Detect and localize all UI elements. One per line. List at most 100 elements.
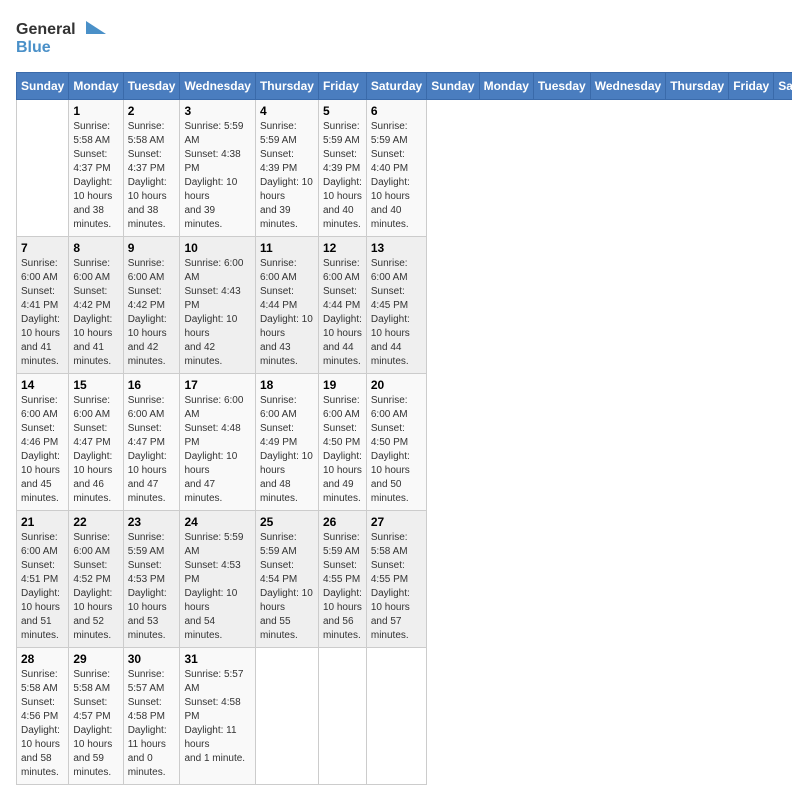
day-number: 13: [371, 241, 422, 255]
day-info: Sunrise: 6:00 AM Sunset: 4:48 PM Dayligh…: [184, 394, 250, 506]
day-number: 30: [128, 652, 176, 666]
calendar-cell: 20 Sunrise: 6:00 AM Sunset: 4:50 PM Dayli…: [366, 374, 426, 511]
day-number: 27: [371, 515, 422, 529]
day-info: Sunrise: 5:59 AM Sunset: 4:55 PM Dayligh…: [323, 531, 362, 643]
calendar-cell: 30 Sunrise: 5:57 AM Sunset: 4:58 PM Dayli…: [123, 648, 180, 785]
calendar-cell: 9Sunrise: 6:00 AM Sunset: 4:42 PM Daylig…: [123, 237, 180, 374]
calendar-cell: 3 Sunrise: 5:59 AM Sunset: 4:38 PM Daylig…: [180, 100, 255, 237]
header-day-sunday: Sunday: [427, 73, 479, 100]
day-info: Sunrise: 6:00 AM Sunset: 4:52 PM Dayligh…: [73, 531, 118, 643]
calendar-cell: 1 Sunrise: 5:58 AM Sunset: 4:37 PM Daylig…: [69, 100, 123, 237]
calendar-cell: 16 Sunrise: 6:00 AM Sunset: 4:47 PM Dayli…: [123, 374, 180, 511]
day-number: 26: [323, 515, 362, 529]
day-info: Sunrise: 5:59 AM Sunset: 4:38 PM Dayligh…: [184, 120, 250, 232]
day-number: 3: [184, 104, 250, 118]
day-number: 16: [128, 378, 176, 392]
calendar-cell: 25 Sunrise: 5:59 AM Sunset: 4:54 PM Dayli…: [255, 511, 318, 648]
day-number: 24: [184, 515, 250, 529]
header-friday: Friday: [318, 73, 366, 100]
day-info: Sunrise: 6:00 AM Sunset: 4:49 PM Dayligh…: [260, 394, 314, 506]
header-tuesday: Tuesday: [123, 73, 180, 100]
header-thursday: Thursday: [255, 73, 318, 100]
day-number: 31: [184, 652, 250, 666]
calendar-cell: 2Sunrise: 5:58 AM Sunset: 4:37 PM Daylig…: [123, 100, 180, 237]
day-number: 11: [260, 241, 314, 255]
calendar-cell: [366, 648, 426, 785]
calendar-cell: 14 Sunrise: 6:00 AM Sunset: 4:46 PM Dayli…: [17, 374, 69, 511]
calendar-cell: 27 Sunrise: 5:58 AM Sunset: 4:55 PM Dayli…: [366, 511, 426, 648]
day-info: Sunrise: 5:59 AM Sunset: 4:39 PM Dayligh…: [260, 120, 314, 232]
day-info: Sunrise: 6:00 AM Sunset: 4:46 PM Dayligh…: [21, 394, 64, 506]
day-info: Sunrise: 5:58 AM Sunset: 4:37 PM Dayligh…: [128, 120, 176, 232]
calendar-cell: 26 Sunrise: 5:59 AM Sunset: 4:55 PM Dayli…: [318, 511, 366, 648]
day-number: 10: [184, 241, 250, 255]
day-info: Sunrise: 5:58 AM Sunset: 4:55 PM Dayligh…: [371, 531, 422, 643]
day-info: Sunrise: 6:00 AM Sunset: 4:43 PM Dayligh…: [184, 257, 250, 369]
day-info: Sunrise: 6:00 AM Sunset: 4:41 PM Dayligh…: [21, 257, 64, 369]
header-day-thursday: Thursday: [666, 73, 729, 100]
calendar-cell: 24Sunrise: 5:59 AM Sunset: 4:53 PM Dayli…: [180, 511, 255, 648]
calendar-cell: [255, 648, 318, 785]
calendar-cell: 6Sunrise: 5:59 AM Sunset: 4:40 PM Daylig…: [366, 100, 426, 237]
calendar-cell: 15 Sunrise: 6:00 AM Sunset: 4:47 PM Dayli…: [69, 374, 123, 511]
header-day-monday: Monday: [479, 73, 533, 100]
day-info: Sunrise: 6:00 AM Sunset: 4:50 PM Dayligh…: [371, 394, 422, 506]
day-info: Sunrise: 5:57 AM Sunset: 4:58 PM Dayligh…: [128, 668, 176, 780]
day-number: 1: [73, 104, 118, 118]
calendar-week-row: 28Sunrise: 5:58 AM Sunset: 4:56 PM Dayli…: [17, 648, 792, 785]
calendar-cell: 23Sunrise: 5:59 AM Sunset: 4:53 PM Dayli…: [123, 511, 180, 648]
calendar-cell: 13 Sunrise: 6:00 AM Sunset: 4:45 PM Dayli…: [366, 237, 426, 374]
page-header: GeneralBlue: [16, 16, 776, 60]
calendar-cell: 28Sunrise: 5:58 AM Sunset: 4:56 PM Dayli…: [17, 648, 69, 785]
header-day-tuesday: Tuesday: [533, 73, 590, 100]
svg-text:General: General: [16, 21, 76, 38]
day-number: 15: [73, 378, 118, 392]
calendar-cell: 19Sunrise: 6:00 AM Sunset: 4:50 PM Dayli…: [318, 374, 366, 511]
calendar-cell: 22Sunrise: 6:00 AM Sunset: 4:52 PM Dayli…: [69, 511, 123, 648]
day-info: Sunrise: 6:00 AM Sunset: 4:47 PM Dayligh…: [73, 394, 118, 506]
day-info: Sunrise: 6:00 AM Sunset: 4:44 PM Dayligh…: [323, 257, 362, 369]
calendar-cell: 5 Sunrise: 5:59 AM Sunset: 4:39 PM Daylig…: [318, 100, 366, 237]
day-info: Sunrise: 6:00 AM Sunset: 4:44 PM Dayligh…: [260, 257, 314, 369]
day-number: 4: [260, 104, 314, 118]
calendar-cell: 17 Sunrise: 6:00 AM Sunset: 4:48 PM Dayli…: [180, 374, 255, 511]
calendar-cell: 29 Sunrise: 5:58 AM Sunset: 4:57 PM Dayli…: [69, 648, 123, 785]
day-info: Sunrise: 5:58 AM Sunset: 4:57 PM Dayligh…: [73, 668, 118, 780]
day-number: 14: [21, 378, 64, 392]
day-number: 8: [73, 241, 118, 255]
calendar-cell: 11 Sunrise: 6:00 AM Sunset: 4:44 PM Dayli…: [255, 237, 318, 374]
day-info: Sunrise: 5:57 AM Sunset: 4:58 PM Dayligh…: [184, 668, 250, 766]
calendar-week-row: 21 Sunrise: 6:00 AM Sunset: 4:51 PM Dayli…: [17, 511, 792, 648]
logo-svg: GeneralBlue: [16, 16, 116, 60]
header-day-saturday: Saturday: [774, 73, 792, 100]
day-info: Sunrise: 6:00 AM Sunset: 4:50 PM Dayligh…: [323, 394, 362, 506]
logo: GeneralBlue: [16, 16, 116, 60]
day-info: Sunrise: 5:59 AM Sunset: 4:39 PM Dayligh…: [323, 120, 362, 232]
day-number: 21: [21, 515, 64, 529]
day-info: Sunrise: 6:00 AM Sunset: 4:42 PM Dayligh…: [73, 257, 118, 369]
calendar-header-row: SundayMondayTuesdayWednesdayThursdayFrid…: [17, 73, 792, 100]
day-info: Sunrise: 5:58 AM Sunset: 4:37 PM Dayligh…: [73, 120, 118, 232]
day-info: Sunrise: 6:00 AM Sunset: 4:45 PM Dayligh…: [371, 257, 422, 369]
day-info: Sunrise: 5:59 AM Sunset: 4:40 PM Dayligh…: [371, 120, 422, 232]
day-info: Sunrise: 5:59 AM Sunset: 4:54 PM Dayligh…: [260, 531, 314, 643]
day-info: Sunrise: 6:00 AM Sunset: 4:42 PM Dayligh…: [128, 257, 176, 369]
day-info: Sunrise: 6:00 AM Sunset: 4:47 PM Dayligh…: [128, 394, 176, 506]
header-sunday: Sunday: [17, 73, 69, 100]
day-number: 20: [371, 378, 422, 392]
header-day-wednesday: Wednesday: [590, 73, 665, 100]
day-number: 7: [21, 241, 64, 255]
calendar-table: SundayMondayTuesdayWednesdayThursdayFrid…: [16, 72, 792, 785]
day-number: 18: [260, 378, 314, 392]
day-number: 5: [323, 104, 362, 118]
calendar-cell: [318, 648, 366, 785]
header-day-friday: Friday: [729, 73, 774, 100]
day-number: 17: [184, 378, 250, 392]
calendar-cell: 31 Sunrise: 5:57 AM Sunset: 4:58 PM Dayli…: [180, 648, 255, 785]
header-wednesday: Wednesday: [180, 73, 255, 100]
calendar-cell: 4 Sunrise: 5:59 AM Sunset: 4:39 PM Daylig…: [255, 100, 318, 237]
day-number: 25: [260, 515, 314, 529]
day-number: 29: [73, 652, 118, 666]
day-info: Sunrise: 6:00 AM Sunset: 4:51 PM Dayligh…: [21, 531, 64, 643]
header-monday: Monday: [69, 73, 123, 100]
